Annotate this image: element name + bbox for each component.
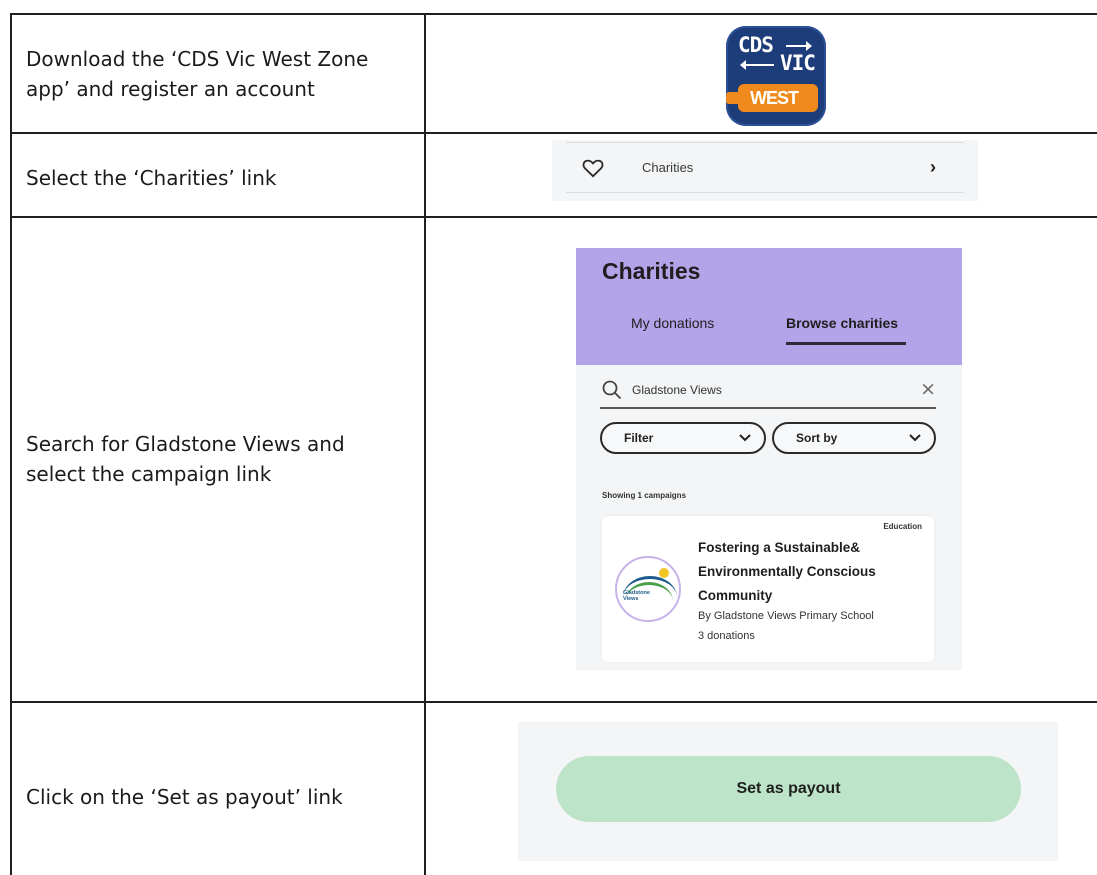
divider (566, 192, 964, 193)
filter-dropdown[interactable]: Filter (600, 422, 766, 454)
set-as-payout-button[interactable]: Set as payout (556, 756, 1021, 822)
step-3-text: Search for Gladstone Views and select th… (26, 432, 345, 486)
campaign-title: Fostering a Sustainable& Environmentally… (698, 540, 876, 603)
sun-icon (659, 568, 669, 578)
campaign-donations-count: 3 donations (698, 630, 755, 642)
page-title: Charities (602, 258, 701, 284)
step-2-text: Select the ‘Charities’ link (26, 166, 277, 190)
results-count: Showing 1 campaigns (602, 491, 687, 500)
search-value: Gladstone Views (632, 383, 722, 397)
sort-label: Sort by (796, 431, 838, 445)
app-icon-text-cds: CDS (738, 33, 774, 57)
logo-text: Gladstone Views (623, 590, 650, 602)
table-border-row2 (10, 216, 1097, 218)
school-logo: Gladstone Views (615, 556, 681, 622)
search-icon (602, 380, 622, 404)
charities-link[interactable]: Charities › (552, 140, 978, 201)
table-border-left (10, 13, 12, 875)
search-input[interactable]: Gladstone Views × (600, 375, 936, 409)
table-border-middle (424, 13, 426, 875)
heart-icon (582, 158, 604, 182)
filter-label: Filter (624, 431, 654, 445)
sort-dropdown[interactable]: Sort by (772, 422, 936, 454)
table-border-row3 (10, 701, 1097, 703)
arrow-right-icon (786, 41, 812, 51)
category-badge: Education (883, 522, 922, 531)
chevron-down-icon (908, 429, 922, 448)
charities-link-label: Charities (642, 160, 694, 175)
close-icon[interactable]: × (920, 378, 936, 400)
charities-header: Charities My donations Browse charities (576, 248, 962, 365)
table-border-row1 (10, 132, 1097, 134)
step-1-text: Download the ‘CDS Vic West Zone app’ and… (26, 47, 369, 101)
step-4-text: Click on the ‘Set as payout’ link (26, 785, 343, 809)
campaign-organiser: By Gladstone Views Primary School (698, 610, 874, 622)
divider (566, 142, 964, 143)
campaign-card[interactable]: Education Gladstone Views Fostering a Su… (602, 516, 934, 662)
chevron-right-icon: › (930, 157, 936, 177)
arrow-left-icon (740, 60, 774, 70)
table-border-top (10, 13, 1097, 15)
app-icon-text-west: WEST (750, 88, 799, 108)
tab-browse-charities[interactable]: Browse charities (786, 315, 898, 331)
payout-panel: Set as payout (518, 722, 1058, 861)
cds-vic-west-app-icon: CDS VIC WEST (726, 26, 826, 126)
app-icon-text-vic: VIC (780, 51, 816, 75)
chevron-down-icon (738, 429, 752, 448)
tab-my-donations[interactable]: My donations (631, 315, 714, 331)
charities-screen: Charities My donations Browse charities … (576, 248, 962, 670)
active-tab-indicator (786, 342, 906, 345)
